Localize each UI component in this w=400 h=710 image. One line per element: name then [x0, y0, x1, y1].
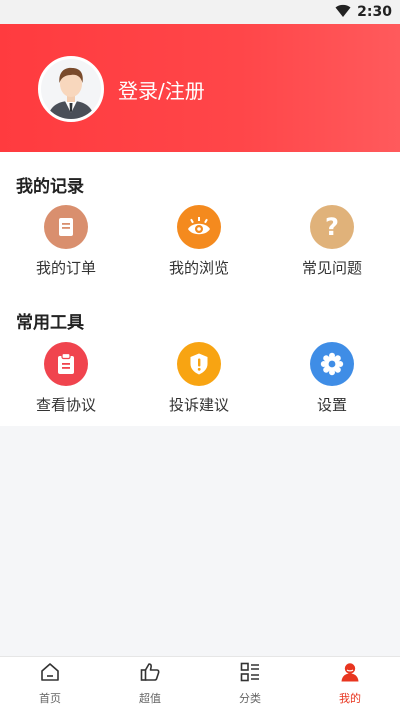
category-icon	[239, 661, 261, 687]
view-agreement-label: 查看协议	[35, 396, 96, 414]
records-section-title: 我的记录	[16, 177, 84, 197]
bottom-tab-bar: 首页 超值 分类 我的	[0, 656, 400, 710]
settings-label: 设置	[316, 396, 347, 414]
question-icon: ?	[310, 205, 354, 249]
tab-mine-label: 我的	[339, 692, 361, 705]
shield-exclamation-icon	[177, 342, 221, 386]
avatar-icon	[41, 59, 101, 119]
tab-home-label: 首页	[39, 692, 61, 705]
my-browsing-label: 我的浏览	[168, 259, 229, 277]
tools-section-title: 常用工具	[16, 313, 84, 333]
user-icon	[339, 661, 361, 687]
tab-value-label: 超值	[139, 692, 161, 705]
home-icon	[39, 661, 61, 687]
content-panel: 我的记录 我的订单 我的浏览 ? 常见问题 常用工具 查看协议 投诉建议 设置	[0, 152, 400, 426]
status-bar: 2:30	[0, 0, 400, 24]
my-orders-label: 我的订单	[35, 259, 96, 277]
clipboard-icon	[44, 342, 88, 386]
tab-category[interactable]: 分类	[200, 657, 300, 710]
faq-button[interactable]: ? 常见问题	[272, 205, 392, 278]
complaint-suggestion-button[interactable]: 投诉建议	[139, 342, 259, 415]
gear-icon	[310, 342, 354, 386]
eye-icon	[177, 205, 221, 249]
avatar[interactable]	[38, 56, 104, 122]
order-icon	[44, 205, 88, 249]
tab-category-label: 分类	[239, 692, 261, 705]
faq-label: 常见问题	[301, 259, 362, 277]
profile-header: 登录/注册	[0, 24, 400, 152]
view-agreement-button[interactable]: 查看协议	[6, 342, 126, 415]
tab-value[interactable]: 超值	[100, 657, 200, 710]
tab-mine[interactable]: 我的	[300, 657, 400, 710]
my-browsing-button[interactable]: 我的浏览	[139, 205, 259, 278]
my-orders-button[interactable]: 我的订单	[6, 205, 126, 278]
complaint-suggestion-label: 投诉建议	[168, 396, 229, 414]
wifi-icon	[335, 3, 351, 22]
thumbs-up-icon	[139, 661, 161, 687]
login-register-link[interactable]: 登录/注册	[118, 75, 205, 104]
status-time: 2:30	[357, 4, 392, 20]
settings-button[interactable]: 设置	[272, 342, 392, 415]
tab-home[interactable]: 首页	[0, 657, 100, 710]
